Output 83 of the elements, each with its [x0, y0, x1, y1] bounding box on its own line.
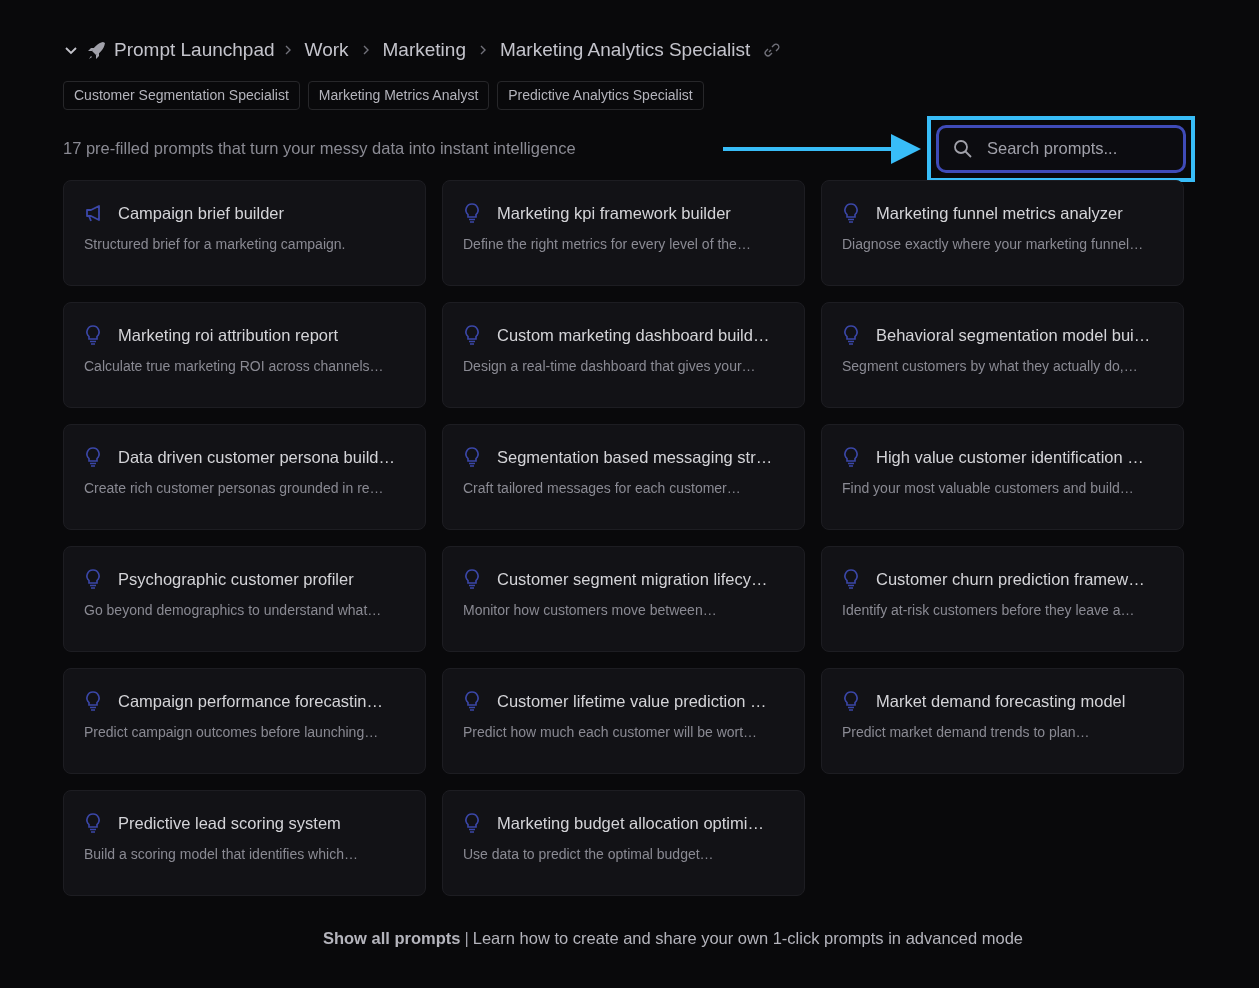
prompt-card[interactable]: High value customer identification … Find your most valuable customers and build… — [821, 423, 1184, 530]
prompt-description: Craft tailored messages for each customer… — [463, 479, 742, 499]
prompt-title: Marketing roi attribution report — [118, 324, 339, 346]
prompt-title: Customer churn prediction framew… — [876, 568, 1145, 590]
lightbulb-icon — [463, 202, 481, 223]
subtitle: 17 pre-filled prompts that turn your messy data into instant intelligence — [63, 138, 576, 160]
prompt-card[interactable]: Marketing funnel metrics analyzer Diagnose exactly where your marketing funnel… — [821, 179, 1184, 286]
arrow-icon — [723, 131, 921, 166]
prompt-title: Psychographic customer profiler — [118, 568, 354, 590]
prompt-card[interactable]: Behavioral segmentation model bui… Segment customers by what they actually do,… — [821, 301, 1184, 408]
prompt-title: Campaign performance forecastin… — [118, 690, 384, 712]
prompt-title: Segmentation based messaging str… — [497, 446, 773, 468]
prompt-description: Go beyond demographics to understand what… — [84, 601, 383, 621]
prompt-title: Data driven customer persona build… — [118, 446, 395, 468]
prompt-card[interactable]: Market demand forecasting model Predict market demand trends to plan… — [821, 667, 1184, 774]
prompt-title: High value customer identification … — [876, 446, 1144, 468]
lightbulb-icon — [842, 446, 860, 467]
prompt-card[interactable]: Customer lifetime value prediction … Predict how much each customer will be wort… — [442, 667, 805, 774]
prompt-card[interactable]: Marketing kpi framework builder Define the right metrics for every level of the… — [442, 179, 805, 286]
prompt-description: Segment customers by what they actually do,… — [842, 357, 1139, 377]
prompt-description: Monitor how customers move between… — [463, 601, 718, 621]
prompt-title: Marketing kpi framework builder — [497, 202, 731, 224]
prompt-card[interactable]: Segmentation based messaging str… Craft tailored messages for each customer… — [442, 423, 805, 530]
prompt-card[interactable]: Campaign performance forecastin… Predict campaign outcomes before launching… — [63, 667, 426, 774]
separator-text: | — [464, 928, 469, 947]
prompt-card[interactable]: Customer churn prediction framew… Identify at-risk customers before they leave a… — [821, 545, 1184, 652]
prompt-description: Diagnose exactly where your marketing funnel… — [842, 235, 1145, 255]
lightbulb-icon — [84, 324, 102, 345]
lightbulb-icon — [84, 690, 102, 711]
lightbulb-icon — [84, 446, 102, 467]
prompt-description: Create rich customer personas grounded in re… — [84, 479, 385, 499]
rocket-icon — [87, 40, 106, 60]
prompt-title: Behavioral segmentation model bui… — [876, 324, 1151, 346]
prompt-description: Use data to predict the optimal budget… — [463, 845, 715, 865]
lightbulb-icon — [84, 568, 102, 589]
prompt-title: Predictive lead scoring system — [118, 812, 341, 834]
learn-link[interactable]: Learn how to create and share your own 1-click prompts in advanced mode — [472, 928, 1024, 947]
breadcrumb-link[interactable]: Marketing Analytics Specialist — [499, 36, 751, 65]
lightbulb-icon — [463, 568, 481, 589]
prompt-card[interactable]: Custom marketing dashboard build… Design a real-time dashboard that gives your… — [442, 301, 805, 408]
lightbulb-icon — [463, 812, 481, 833]
prompt-title: Marketing funnel metrics analyzer — [876, 202, 1123, 224]
prompt-description: Build a scoring model that identifies which… — [84, 845, 359, 865]
tag-button[interactable]: Predictive Analytics Specialist — [497, 80, 704, 110]
prompt-card[interactable]: Predictive lead scoring system Build a scoring model that identifies which… — [63, 789, 426, 896]
megaphone-icon — [84, 202, 102, 223]
prompt-description: Structured brief for a marketing campaign. — [84, 235, 347, 255]
prompt-description: Predict how much each customer will be wort… — [463, 723, 759, 743]
search-field[interactable]: Search prompts... — [936, 124, 1186, 173]
lightbulb-icon — [842, 202, 860, 223]
prompt-title: Campaign brief builder — [118, 202, 284, 224]
prompt-description: Calculate true marketing ROI across channels… — [84, 357, 385, 377]
prompt-description: Identify at-risk customers before they leave a… — [842, 601, 1136, 621]
lightbulb-icon — [463, 324, 481, 345]
lightbulb-icon — [84, 812, 102, 833]
prompt-description: Predict market demand trends to plan… — [842, 723, 1091, 743]
lightbulb-icon — [842, 568, 860, 589]
prompt-card[interactable]: Psychographic customer profiler Go beyond demographics to understand what… — [63, 545, 426, 652]
prompt-description: Find your most valuable customers and build… — [842, 479, 1135, 499]
prompt-title: Customer lifetime value prediction … — [497, 690, 767, 712]
lightbulb-icon — [463, 446, 481, 467]
link-icon — [762, 43, 781, 58]
prompt-title: Market demand forecasting model — [876, 690, 1126, 712]
prompt-description: Design a real-time dashboard that gives your… — [463, 357, 757, 377]
prompt-card[interactable]: Marketing budget allocation optimi… Use data to predict the optimal budget… — [442, 789, 805, 896]
prompt-title: Custom marketing dashboard build… — [497, 324, 770, 346]
prompt-description: Define the right metrics for every level of the… — [463, 235, 752, 255]
tag-button[interactable]: Customer Segmentation Specialist — [63, 80, 300, 110]
prompt-card[interactable]: Campaign brief builder Structured brief for a marketing campaign. — [63, 179, 426, 286]
lightbulb-icon — [842, 690, 860, 711]
prompt-title: Marketing budget allocation optimi… — [497, 812, 764, 834]
show-all-link[interactable]: Show all prompts — [322, 928, 461, 947]
breadcrumb-link[interactable]: Work — [304, 36, 349, 65]
lightbulb-icon — [463, 690, 481, 711]
tag-button[interactable]: Marketing Metrics Analyst — [307, 80, 490, 110]
lightbulb-icon — [842, 324, 860, 345]
breadcrumb-link[interactable]: Prompt Launchpad — [114, 36, 275, 65]
prompt-description: Predict campaign outcomes before launching… — [84, 723, 380, 743]
breadcrumb-link[interactable]: Marketing — [382, 36, 466, 65]
prompt-title: Customer segment migration lifecy… — [497, 568, 768, 590]
prompt-card[interactable]: Data driven customer persona build… Create rich customer personas grounded in re… — [63, 423, 426, 530]
prompt-card[interactable]: Marketing roi attribution report Calculate true marketing ROI across channels… — [63, 301, 426, 408]
prompt-card[interactable]: Customer segment migration lifecy… Monitor how customers move between… — [442, 545, 805, 652]
